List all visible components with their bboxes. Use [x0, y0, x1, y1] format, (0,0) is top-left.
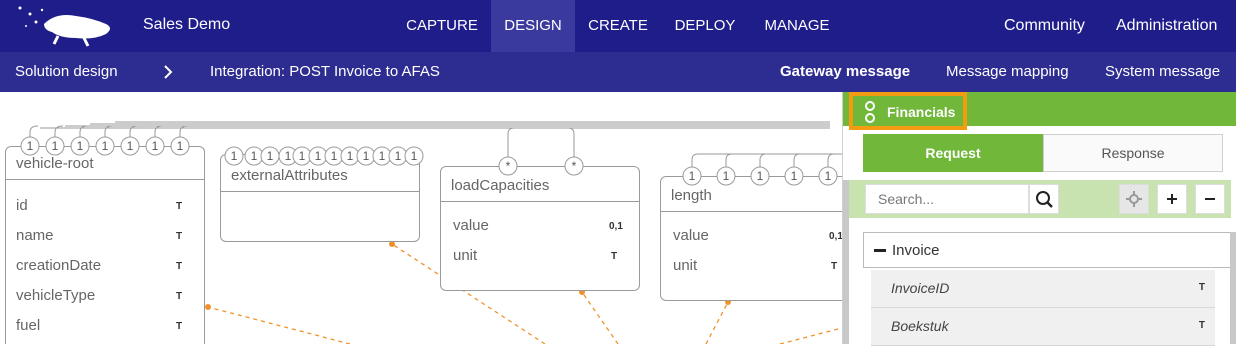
cardinality-label: 1	[363, 149, 370, 163]
cardinality-label: 1	[299, 149, 306, 163]
collapse-icon[interactable]	[874, 249, 886, 252]
cardinality-label: 1	[315, 149, 322, 163]
cardinality-badge[interactable]: 1	[308, 146, 328, 166]
tree-scrollbar[interactable]	[1230, 232, 1236, 344]
cardinality-label: 1	[689, 169, 696, 183]
chevron-right-icon	[164, 65, 173, 79]
cardinality-badge[interactable]: 1	[404, 146, 424, 166]
cardinality-badge[interactable]: 1	[224, 146, 244, 166]
cardinality-badge[interactable]: 1	[45, 136, 65, 156]
breadcrumb-root[interactable]: Solution design	[15, 52, 118, 92]
cardinality-badge[interactable]: 1	[356, 146, 376, 166]
breadcrumb-current: Integration: POST Invoice to AFAS	[210, 63, 440, 80]
cardinality-badge[interactable]: 1	[716, 166, 736, 186]
cardinality-badge[interactable]: *	[498, 156, 518, 176]
tree-node-invoice[interactable]: Invoice	[863, 232, 1231, 268]
nav-design[interactable]: DESIGN	[491, 0, 575, 52]
cardinality-label: 1	[267, 149, 274, 163]
tab-gateway-message[interactable]: Gateway message	[780, 52, 910, 92]
cardinality-label: 1	[102, 139, 109, 153]
cardinality-label: 1	[395, 149, 402, 163]
cardinality-badge[interactable]: 1	[244, 146, 264, 166]
cardinality-label: 1	[411, 149, 418, 163]
cardinality-badge[interactable]: 1	[372, 146, 392, 166]
cardinality-badge[interactable]: 1	[170, 136, 190, 156]
cardinality-label: 1	[251, 149, 258, 163]
cardinality-label: *	[506, 159, 511, 173]
nav-create[interactable]: CREATE	[580, 0, 656, 52]
connector-badges: 1 1 1 1 1 1 11 1 1 1 1 1 1 1 1 1 1 1* *1 1 1 1 1	[20, 136, 838, 186]
cardinality-label: 1	[77, 139, 84, 153]
tree-row[interactable]: Boekstuk T	[871, 308, 1215, 346]
cardinality-label: 1	[152, 139, 159, 153]
platypus-logo-icon[interactable]	[14, 4, 114, 48]
cardinality-badge[interactable]: 1	[260, 146, 280, 166]
cardinality-label: 1	[231, 149, 238, 163]
nav-deploy[interactable]: DEPLOY	[666, 0, 744, 52]
model-canvas[interactable]: vehicle-root id T name T creationDate T …	[0, 92, 842, 344]
tree-row-type: T	[1198, 320, 1205, 331]
cardinality-badge[interactable]: 1	[818, 166, 838, 186]
cardinality-label: 1	[127, 139, 134, 153]
cardinality-badge[interactable]: 1	[784, 166, 804, 186]
cardinality-badge[interactable]: 1	[20, 136, 40, 156]
crosshair-icon	[1126, 191, 1142, 207]
request-response-tabs: Request Response	[863, 134, 1223, 172]
cardinality-badge[interactable]: 1	[145, 136, 165, 156]
search-button[interactable]	[1029, 184, 1059, 214]
cardinality-label: 1	[379, 149, 386, 163]
cardinality-label: 1	[52, 139, 59, 153]
tree-toolbar: Search...	[849, 180, 1231, 218]
cardinality-label: 1	[177, 139, 184, 153]
tab-system-message[interactable]: System message	[1105, 52, 1220, 92]
nav-manage[interactable]: MANAGE	[754, 0, 840, 52]
hierarchy-icon	[865, 101, 875, 123]
center-view-button[interactable]	[1119, 184, 1149, 214]
breadcrumb-bar: Solution design Integration: POST Invoic…	[0, 52, 1236, 92]
tab-message-mapping[interactable]: Message mapping	[946, 52, 1069, 92]
cardinality-label: 1	[27, 139, 34, 153]
cardinality-badge[interactable]: 1	[292, 146, 312, 166]
tree-node-label: Invoice	[892, 242, 940, 259]
cardinality-badge[interactable]: 1	[340, 146, 360, 166]
cardinality-badge[interactable]: *	[564, 156, 584, 176]
search-input[interactable]: Search...	[865, 184, 1029, 214]
tab-request[interactable]: Request	[863, 134, 1043, 172]
financials-label: Financials	[887, 104, 956, 120]
cardinality-label: 1	[331, 149, 338, 163]
search-icon	[1036, 191, 1053, 208]
cardinality-label: 1	[791, 169, 798, 183]
cardinality-badge[interactable]: 1	[70, 136, 90, 156]
administration-link[interactable]: Administration	[1116, 0, 1217, 52]
cardinality-badge[interactable]: 1	[388, 146, 408, 166]
app-name: Sales Demo	[143, 16, 231, 33]
gateway-message-panel: Financials Request Response Search... In…	[842, 92, 1236, 346]
cardinality-label: 1	[285, 149, 292, 163]
cardinality-label: *	[572, 159, 577, 173]
zoom-in-button[interactable]	[1157, 184, 1187, 214]
cardinality-badge[interactable]: 1	[682, 166, 702, 186]
nav-capture[interactable]: CAPTURE	[398, 0, 486, 52]
tree-row-label: InvoiceID	[891, 280, 950, 296]
plus-icon	[1167, 194, 1177, 204]
community-link[interactable]: Community	[1004, 0, 1085, 52]
tab-response[interactable]: Response	[1043, 134, 1223, 172]
cardinality-label: 1	[757, 169, 764, 183]
tree-row[interactable]: InvoiceID T	[871, 270, 1215, 308]
minus-icon	[1205, 198, 1215, 200]
message-tree: Invoice InvoiceID T Boekstuk T	[863, 232, 1231, 346]
cardinality-badge[interactable]: 1	[95, 136, 115, 156]
cardinality-label: 1	[723, 169, 730, 183]
cardinality-badge[interactable]: 1	[750, 166, 770, 186]
tree-row-label: Boekstuk	[891, 318, 949, 334]
top-navigation-bar: Sales Demo CAPTURE DESIGN CREATE DEPLOY …	[0, 0, 1236, 52]
cardinality-label: 1	[347, 149, 354, 163]
cardinality-badge[interactable]: 1	[324, 146, 344, 166]
cardinality-label: 1	[825, 169, 832, 183]
financials-section-button[interactable]: Financials	[849, 92, 967, 130]
tree-row-type: T	[1198, 282, 1205, 293]
zoom-out-button[interactable]	[1195, 184, 1225, 214]
cardinality-badge[interactable]: 1	[120, 136, 140, 156]
